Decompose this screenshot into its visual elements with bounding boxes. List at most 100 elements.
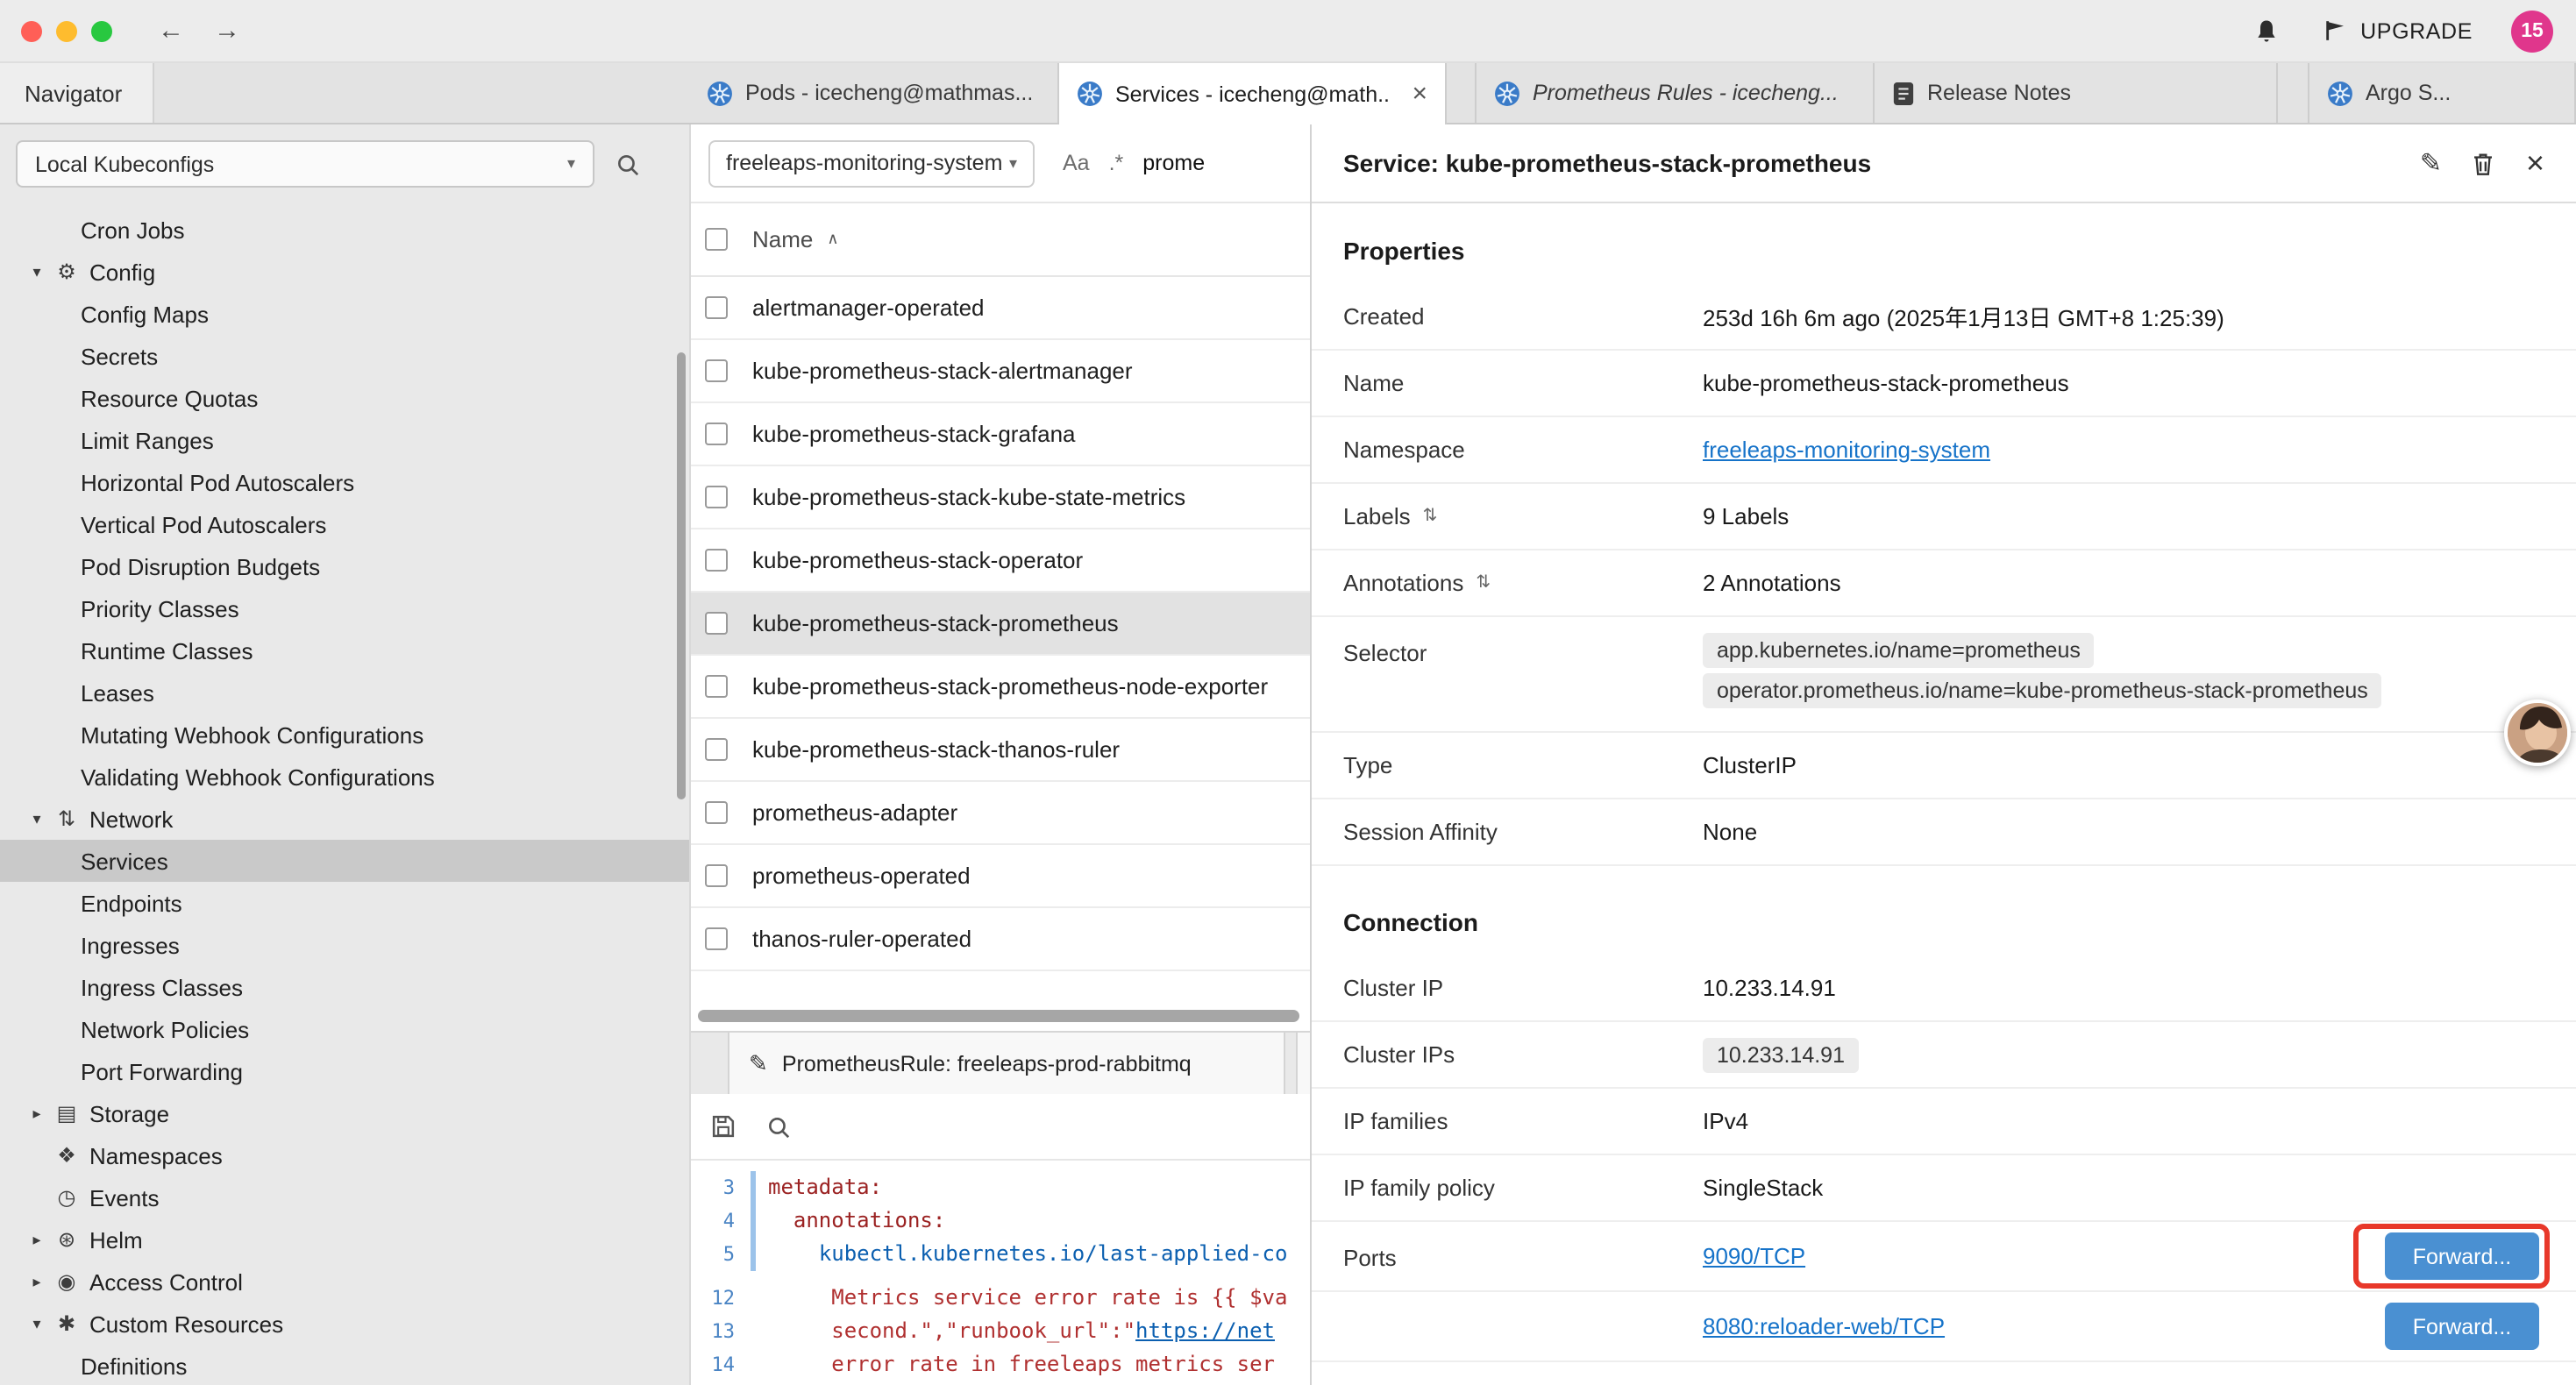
save-icon[interactable] (710, 1113, 737, 1140)
delete-service-icon[interactable] (2472, 150, 2496, 176)
tab-release-notes[interactable]: Release Notes (1875, 63, 2278, 123)
chevron-down-icon[interactable]: ▾ (23, 262, 51, 281)
sidebar-item-horizontal-pod-autoscalers[interactable]: Horizontal Pod Autoscalers (0, 461, 689, 503)
sidebar-item-secrets[interactable]: Secrets (0, 335, 689, 377)
table-row[interactable]: kube-prometheus-stack-kube-state-metrics (691, 466, 1310, 529)
row-checkbox[interactable] (705, 486, 728, 508)
expand-icon[interactable]: ⇅ (1423, 507, 1438, 526)
zoom-window-button[interactable] (91, 20, 112, 41)
row-checkbox[interactable] (705, 738, 728, 761)
sidebar-item-helm[interactable]: ▸⊛Helm (0, 1218, 689, 1261)
table-row[interactable]: prometheus-operated (691, 845, 1310, 908)
row-checkbox[interactable] (705, 801, 728, 824)
expand-icon[interactable]: ⇅ (1476, 573, 1491, 593)
chevron-right-icon[interactable]: ▸ (23, 1104, 51, 1123)
sidebar-item-storage[interactable]: ▸▤Storage (0, 1092, 689, 1134)
select-all-checkbox[interactable] (705, 228, 728, 251)
sidebar-scrollbar[interactable] (677, 352, 686, 799)
sidebar-item-limit-ranges[interactable]: Limit Ranges (0, 419, 689, 461)
sidebar-item-network-policies[interactable]: Network Policies (0, 1008, 689, 1050)
tab-prometheus-rules[interactable]: Prometheus Rules - icecheng... (1475, 63, 1875, 123)
value-link[interactable]: freeleaps-monitoring-system (1703, 437, 1990, 463)
table-row[interactable]: kube-prometheus-stack-prometheus (691, 593, 1310, 656)
namespace-filter-dropdown[interactable]: freeleaps-monitoring-system ▾ (708, 139, 1035, 187)
table-row[interactable]: prometheus-adapter (691, 782, 1310, 845)
table-row[interactable]: kube-prometheus-stack-thanos-ruler (691, 719, 1310, 782)
horizontal-scrollbar[interactable] (698, 1010, 1299, 1022)
row-checkbox[interactable] (705, 612, 728, 635)
sidebar-item-endpoints[interactable]: Endpoints (0, 882, 689, 924)
dock-tab-next[interactable]: ✎ (1296, 1033, 1310, 1094)
sidebar-item-ingresses[interactable]: Ingresses (0, 924, 689, 966)
sidebar-item-events[interactable]: ◷Events (0, 1176, 689, 1218)
tab-argo[interactable]: Argo S... (2308, 63, 2576, 123)
sidebar-search-icon[interactable] (616, 152, 640, 176)
port-link[interactable]: 8080:reloader-web/TCP (1703, 1313, 1945, 1339)
name-column-header[interactable]: Name (752, 226, 813, 252)
sidebar-item-namespaces[interactable]: ❖Namespaces (0, 1134, 689, 1176)
tab-services[interactable]: Services - icecheng@math...× (1059, 63, 1447, 124)
sidebar-item-custom-resources[interactable]: ▾✱Custom Resources (0, 1303, 689, 1345)
regex-toggle[interactable]: .* (1109, 151, 1124, 175)
minimize-window-button[interactable] (56, 20, 77, 41)
close-window-button[interactable] (21, 20, 42, 41)
sidebar-item-priority-classes[interactable]: Priority Classes (0, 587, 689, 629)
close-panel-icon[interactable]: × (2526, 145, 2544, 181)
table-row[interactable]: kube-prometheus-stack-grafana (691, 403, 1310, 466)
chevron-down-icon[interactable]: ▾ (23, 809, 51, 828)
notification-count-badge[interactable]: 15 (2511, 10, 2553, 52)
chevron-down-icon[interactable]: ▾ (23, 1314, 51, 1333)
sidebar-item-port-forwarding[interactable]: Port Forwarding (0, 1050, 689, 1092)
match-case-toggle[interactable]: Aa (1063, 151, 1090, 175)
sidebar-item-network[interactable]: ▾⇅Network (0, 798, 689, 840)
search-input[interactable]: prome (1142, 151, 1205, 175)
sidebar-item-config-maps[interactable]: Config Maps (0, 293, 689, 335)
sidebar-item-validating-webhook-configurations[interactable]: Validating Webhook Configurations (0, 756, 689, 798)
sidebar-item-leases[interactable]: Leases (0, 671, 689, 714)
row-checkbox[interactable] (705, 927, 728, 950)
port-link[interactable]: 9090/TCP (1703, 1243, 1805, 1269)
row-checkbox[interactable] (705, 359, 728, 382)
sidebar-item-config[interactable]: ▾⚙Config (0, 251, 689, 293)
table-row[interactable]: kube-prometheus-stack-prometheus-node-ex… (691, 656, 1310, 719)
editor-search-icon[interactable] (766, 1114, 791, 1139)
user-avatar[interactable] (2504, 700, 2571, 766)
sidebar-item-mutating-webhook-configurations[interactable]: Mutating Webhook Configurations (0, 714, 689, 756)
navigator-header[interactable]: Navigator (0, 63, 154, 123)
row-checkbox[interactable] (705, 864, 728, 887)
back-button[interactable]: ← (158, 16, 184, 46)
edit-service-icon[interactable]: ✎ (2420, 147, 2442, 179)
sidebar-item-ingress-classes[interactable]: Ingress Classes (0, 966, 689, 1008)
sidebar-item-pod-disruption-budgets[interactable]: Pod Disruption Budgets (0, 545, 689, 587)
table-row[interactable]: thanos-ruler-operated (691, 908, 1310, 971)
chevron-right-icon[interactable]: ▸ (23, 1272, 51, 1291)
sidebar-item-services[interactable]: Services (0, 840, 689, 882)
dock-tab-prometheusrule[interactable]: ✎ PrometheusRule: freeleaps-prod-rabbitm… (728, 1033, 1285, 1094)
row-checkbox[interactable] (705, 675, 728, 698)
forward-button[interactable]: Forward... (2385, 1232, 2539, 1280)
upgrade-button[interactable]: UPGRADE (2322, 18, 2473, 44)
notifications-bell-icon[interactable] (2253, 17, 2280, 45)
table-row[interactable]: alertmanager-operated (691, 277, 1310, 340)
yaml-editor[interactable]: 3metadata:4 annotations:5 kubectl.kubern… (691, 1161, 1310, 1385)
sidebar-item-definitions[interactable]: Definitions (0, 1345, 689, 1385)
row-checkbox[interactable] (705, 423, 728, 445)
sidebar-item-label: Events (89, 1184, 160, 1211)
table-row[interactable]: kube-prometheus-stack-alertmanager (691, 340, 1310, 403)
kubeconfig-selector[interactable]: Local Kubeconfigs ▾ (16, 140, 594, 188)
forward-button[interactable]: Forward... (2385, 1303, 2539, 1350)
close-tab-icon[interactable]: × (1401, 79, 1427, 109)
sidebar-item-runtime-classes[interactable]: Runtime Classes (0, 629, 689, 671)
sidebar-item-vertical-pod-autoscalers[interactable]: Vertical Pod Autoscalers (0, 503, 689, 545)
sidebar-item-access-control[interactable]: ▸◉Access Control (0, 1261, 689, 1303)
tab-label: Argo S... (2366, 81, 2451, 105)
chevron-right-icon[interactable]: ▸ (23, 1230, 51, 1249)
row-checkbox[interactable] (705, 296, 728, 319)
sidebar-item-resource-quotas[interactable]: Resource Quotas (0, 377, 689, 419)
sort-ascending-icon[interactable]: ∧ (827, 230, 838, 249)
forward-button[interactable]: → (214, 16, 240, 46)
tab-pods[interactable]: Pods - icecheng@mathmas... (689, 63, 1059, 123)
table-row[interactable]: kube-prometheus-stack-operator (691, 529, 1310, 593)
row-checkbox[interactable] (705, 549, 728, 572)
sidebar-item-cron-jobs[interactable]: Cron Jobs (0, 209, 689, 251)
